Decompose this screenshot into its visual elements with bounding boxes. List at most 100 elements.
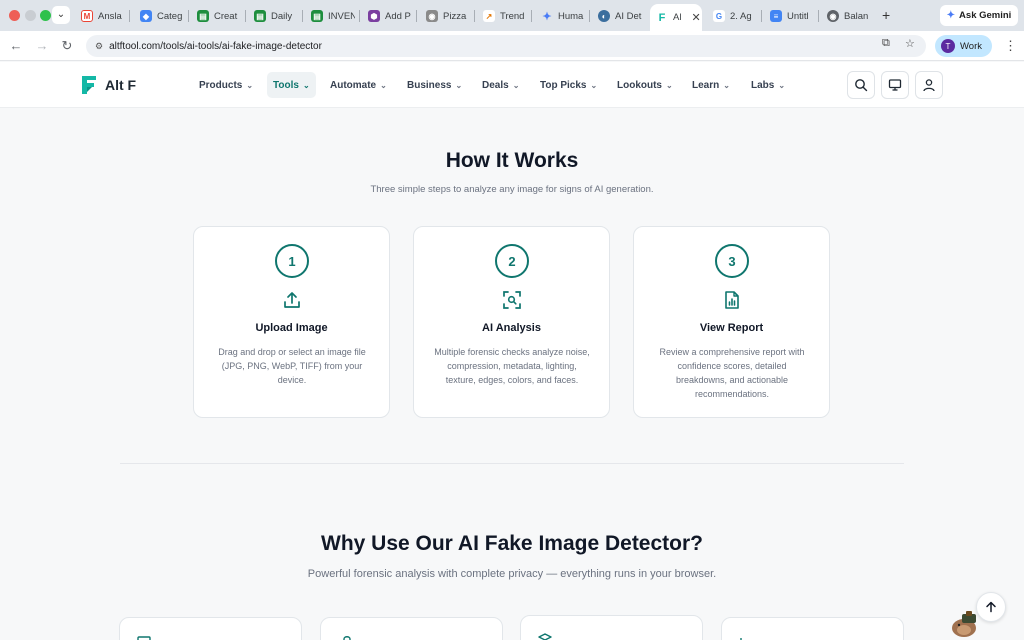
tab-label: Daily (271, 10, 293, 22)
chevron-down-icon: ⌄ (778, 80, 786, 90)
tab-separator (818, 10, 819, 22)
nav-label: Learn (692, 79, 720, 91)
gmail-icon: M (81, 10, 93, 22)
install-app-icon[interactable]: ⧉ (882, 37, 890, 50)
tab-separator (302, 10, 303, 22)
tab-search-chevron-icon[interactable]: ⌄ (52, 6, 70, 24)
browser-tab[interactable]: ▤ INVEN (311, 5, 355, 27)
address-bar[interactable]: ⚙ altftool.com/tools/ai-tools/ai-fake-im… (86, 35, 926, 57)
altf-logo-icon (82, 76, 96, 94)
url-text: altftool.com/tools/ai-tools/ai-fake-imag… (109, 40, 322, 52)
browser-tab[interactable]: ≡ Untitl (770, 5, 814, 27)
browser-tab[interactable]: M Ansla (81, 5, 125, 27)
browser-tab[interactable]: G 2. Ag (713, 5, 757, 27)
section-divider (120, 463, 904, 464)
browser-tab[interactable]: ↗ Trend (483, 5, 527, 27)
more-menu-icon[interactable]: ⋮ (1004, 38, 1017, 54)
window-close-button[interactable] (9, 10, 20, 21)
profile-button[interactable]: T Work (935, 35, 992, 57)
nav-label: Top Picks (540, 79, 587, 91)
browser-tab[interactable]: ▤ Daily (254, 5, 298, 27)
globe-icon: ◉ (426, 10, 438, 22)
scroll-to-top-button[interactable] (976, 592, 1006, 622)
tab-label: Pizza (443, 10, 467, 22)
browser-tab[interactable]: ⬢ Add P (368, 5, 412, 27)
tab-label: 2. Ag (730, 10, 752, 22)
feature-card (119, 617, 302, 640)
profile-label: Work (960, 40, 982, 52)
ask-gemini-button[interactable]: ✦ Ask Gemini (940, 5, 1018, 26)
feature-card (320, 617, 503, 640)
nav-label: Business (407, 79, 452, 91)
nav-lookouts[interactable]: Lookouts ⌄ (611, 72, 679, 98)
chevron-down-icon: ⌄ (302, 80, 310, 90)
globe-icon: ◉ (827, 10, 839, 22)
nav-tools[interactable]: Tools ⌄ (267, 72, 316, 98)
back-arrow-icon[interactable]: ← (8, 38, 24, 53)
browser-tab[interactable]: ▤ Creat (197, 5, 241, 27)
chevron-down-icon: ⌄ (590, 80, 598, 90)
browser-tab[interactable]: ◆ Categ (140, 5, 184, 27)
new-tab-button[interactable]: + (882, 7, 890, 23)
avatar: T (941, 39, 955, 53)
browser-toolbar: ← → ↻ ⚙ altftool.com/tools/ai-tools/ai-f… (0, 31, 1024, 61)
site-settings-icon[interactable]: ⚙ (95, 41, 103, 52)
nav-learn[interactable]: Learn ⌄ (686, 72, 736, 98)
step-description: Review a comprehensive report with confi… (659, 347, 805, 399)
step-description: Multiple forensic checks analyze noise, … (434, 347, 590, 385)
feature-card (520, 615, 703, 640)
search-button[interactable] (847, 71, 875, 99)
how-it-works-subtitle: Three simple steps to analyze any image … (370, 184, 654, 195)
step-number-badge: 2 (495, 244, 529, 278)
reload-icon[interactable]: ↻ (59, 38, 75, 54)
brand-logo[interactable]: Alt F (79, 74, 136, 96)
google-icon: G (713, 10, 725, 22)
account-button[interactable] (915, 71, 943, 99)
mascot-widget-icon[interactable] (950, 608, 980, 638)
tab-label: Balan (844, 10, 869, 22)
tab-close-icon[interactable]: ✕ (691, 11, 700, 24)
window-maximize-button[interactable] (40, 10, 51, 21)
tab-label: Add P (385, 10, 411, 22)
site-header: Alt F Products ⌄ Tools ⌄ Automate ⌄ Busines… (0, 62, 1024, 108)
browser-tab[interactable]: ◉ Pizza (426, 5, 470, 27)
tab-separator (761, 10, 762, 22)
purple-hex-icon: ⬢ (368, 10, 380, 22)
ask-gemini-label: Ask Gemini (959, 10, 1012, 21)
sheets-icon: ▤ (254, 10, 266, 22)
chevron-down-icon: ⌄ (666, 80, 673, 90)
tab-separator (416, 10, 417, 22)
bookmark-star-icon[interactable]: ☆ (905, 37, 915, 50)
why-use-subtitle: Powerful forensic analysis with complete… (307, 568, 717, 580)
forward-arrow-icon[interactable]: → (34, 38, 50, 53)
nav-products[interactable]: Products ⌄ (193, 72, 259, 98)
display-button[interactable] (881, 71, 909, 99)
tab-separator (188, 10, 189, 22)
tab-separator (474, 10, 475, 22)
browser-tab-strip: ⌄ M Ansla ◆ Categ ▤ Creat ▤ Daily ▤ INVE… (0, 0, 1024, 31)
nav-top-picks[interactable]: Top Picks ⌄ (534, 72, 603, 98)
sheets-icon: ▤ (311, 10, 323, 22)
window-minimize-button[interactable] (25, 10, 36, 21)
browser-tab-active[interactable]: F Al ✕ (650, 4, 702, 31)
gemini-icon: ✦ (946, 10, 956, 21)
browser-tab[interactable]: ◉ Balan (827, 5, 871, 27)
nav-business[interactable]: Business ⌄ (401, 72, 468, 98)
tab-label: Al (673, 12, 682, 23)
nav-automate[interactable]: Automate ⌄ (324, 72, 393, 98)
tab-label: Trend (500, 10, 525, 22)
arrow-up-icon (986, 601, 996, 613)
nav-labs[interactable]: Labs ⌄ (745, 72, 791, 98)
nav-deals[interactable]: Deals ⌄ (476, 72, 525, 98)
browser-tab[interactable]: ✦ Huma (541, 5, 585, 27)
step-title: View Report (699, 322, 764, 334)
nav-label: Tools (273, 79, 299, 91)
why-use-title: Why Use Our AI Fake Image Detector? (321, 532, 703, 555)
tab-label: Untitl (787, 10, 809, 22)
step-description: Drag and drop or select an image file (J… (218, 347, 366, 385)
how-it-works-title: How It Works (445, 149, 579, 172)
gemini-icon: ✦ (542, 10, 552, 23)
browser-tab[interactable]: ◐ AI Det (598, 5, 642, 27)
chevron-down-icon: ⌄ (512, 80, 520, 90)
user-icon (923, 79, 935, 92)
